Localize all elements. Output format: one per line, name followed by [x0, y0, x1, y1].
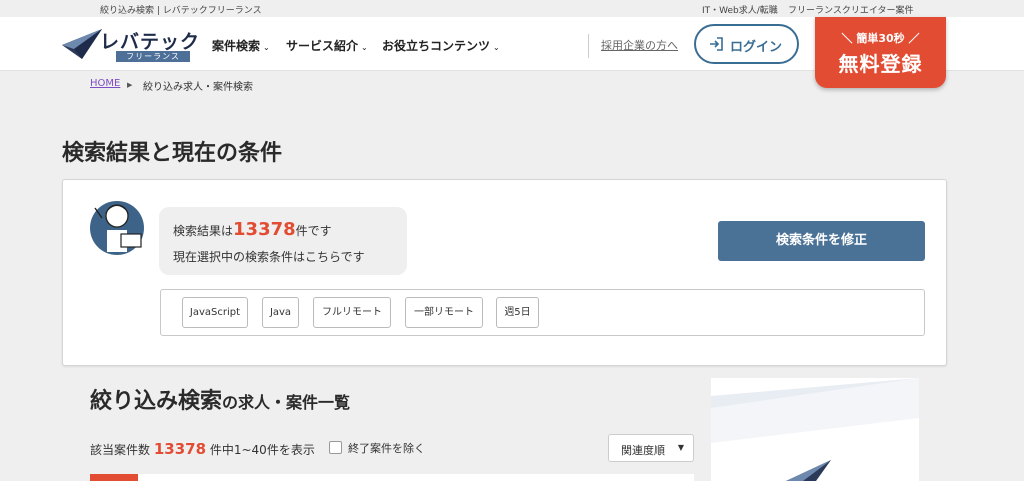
result-count-line: 検索結果は13378件です: [173, 219, 332, 240]
listing-title-sub: の求人・案件一覧: [222, 393, 351, 412]
nav-service-intro-label: サービス紹介: [286, 39, 359, 53]
banner-graphic-icon: [711, 378, 919, 481]
modify-conditions-button[interactable]: 検索条件を修正: [718, 221, 925, 261]
search-conditions-card: 検索結果は13378件です 現在選択中の検索条件はこちらです 検索条件を修正 J…: [62, 179, 947, 366]
creator-jobs-link[interactable]: フリーランスクリエイター案件: [788, 3, 913, 16]
nav-service-intro[interactable]: サービス紹介 ⌄: [286, 37, 368, 54]
nav-job-search[interactable]: 案件検索 ⌄: [212, 37, 270, 54]
site-logo[interactable]: レバテック フリーランス: [60, 25, 199, 63]
logo-subtext: フリーランス: [116, 51, 190, 62]
result-suffix: 件です: [295, 224, 332, 238]
condition-tag[interactable]: フルリモート: [313, 297, 391, 328]
chevron-down-icon: ⌄: [361, 43, 368, 52]
login-button[interactable]: ログイン: [694, 24, 799, 64]
count-prefix: 該当案件数: [90, 443, 151, 457]
it-web-jobs-link[interactable]: IT・Web求人/転職: [702, 3, 778, 16]
nav-job-search-label: 案件検索: [212, 39, 261, 53]
exclude-ended-label[interactable]: 終了案件を除く: [348, 440, 425, 456]
selected-conditions-box: JavaScript Java フルリモート 一部リモート 週5日: [160, 289, 925, 336]
count-number: 13378: [153, 440, 207, 458]
condition-tag[interactable]: JavaScript: [182, 297, 248, 328]
listing-count: 該当案件数 13378 件中1~40件を表示: [90, 440, 315, 458]
recruiter-link[interactable]: 採用企業の方へ: [601, 37, 678, 53]
result-prefix: 検索結果は: [173, 224, 234, 238]
job-list-item[interactable]: [90, 474, 694, 481]
register-subtext: ＼ 簡単30秒 ／: [841, 32, 920, 45]
chevron-down-icon: ⌄: [263, 43, 270, 52]
header-divider: [588, 34, 589, 58]
free-register-button[interactable]: ＼ 簡単30秒 ／ 無料登録: [815, 17, 946, 88]
sort-select[interactable]: 関連度順 ▼: [608, 434, 694, 462]
login-label: ログイン: [730, 40, 783, 55]
new-label-accent: [90, 474, 138, 481]
listing-title: 絞り込み検索の求人・案件一覧: [90, 383, 350, 415]
result-message-bubble: 検索結果は13378件です 現在選択中の検索条件はこちらです: [159, 207, 407, 275]
side-banner[interactable]: [711, 378, 919, 481]
top-utility-bar: 絞り込み検索 | レバテックフリーランス IT・Web求人/転職 フリーランスク…: [0, 0, 1024, 17]
condition-tag[interactable]: 一部リモート: [405, 297, 483, 328]
result-conditions-line: 現在選択中の検索条件はこちらです: [173, 250, 365, 264]
listing-title-main: 絞り込み検索: [90, 389, 223, 414]
breadcrumb-separator-icon: ▶: [127, 81, 133, 89]
nav-useful-content-label: お役立ちコンテンツ: [382, 39, 491, 53]
chevron-down-icon: ⌄: [493, 43, 500, 52]
nav-useful-content[interactable]: お役立ちコンテンツ ⌄: [382, 37, 500, 54]
sort-selected-value: 関連度順: [621, 444, 665, 457]
login-icon: [710, 37, 723, 51]
paper-plane-logo-icon: [62, 29, 102, 59]
condition-tag[interactable]: Java: [262, 297, 299, 328]
breadcrumb-home[interactable]: HOME: [90, 78, 120, 89]
exclude-ended-checkbox[interactable]: [329, 441, 342, 454]
register-label: 無料登録: [838, 52, 923, 76]
advisor-avatar-icon: [90, 201, 144, 255]
condition-tag[interactable]: 週5日: [496, 297, 539, 328]
breadcrumb-current: 絞り込み求人・案件検索: [143, 82, 253, 93]
result-count: 13378: [233, 219, 296, 240]
count-suffix: 件中1~40件を表示: [209, 443, 315, 457]
caret-down-icon: ▼: [677, 443, 684, 452]
page-title: 検索結果と現在の条件: [62, 141, 283, 166]
page-context-text: 絞り込み検索 | レバテックフリーランス: [100, 6, 262, 16]
logo-text: レバテック: [100, 31, 201, 53]
